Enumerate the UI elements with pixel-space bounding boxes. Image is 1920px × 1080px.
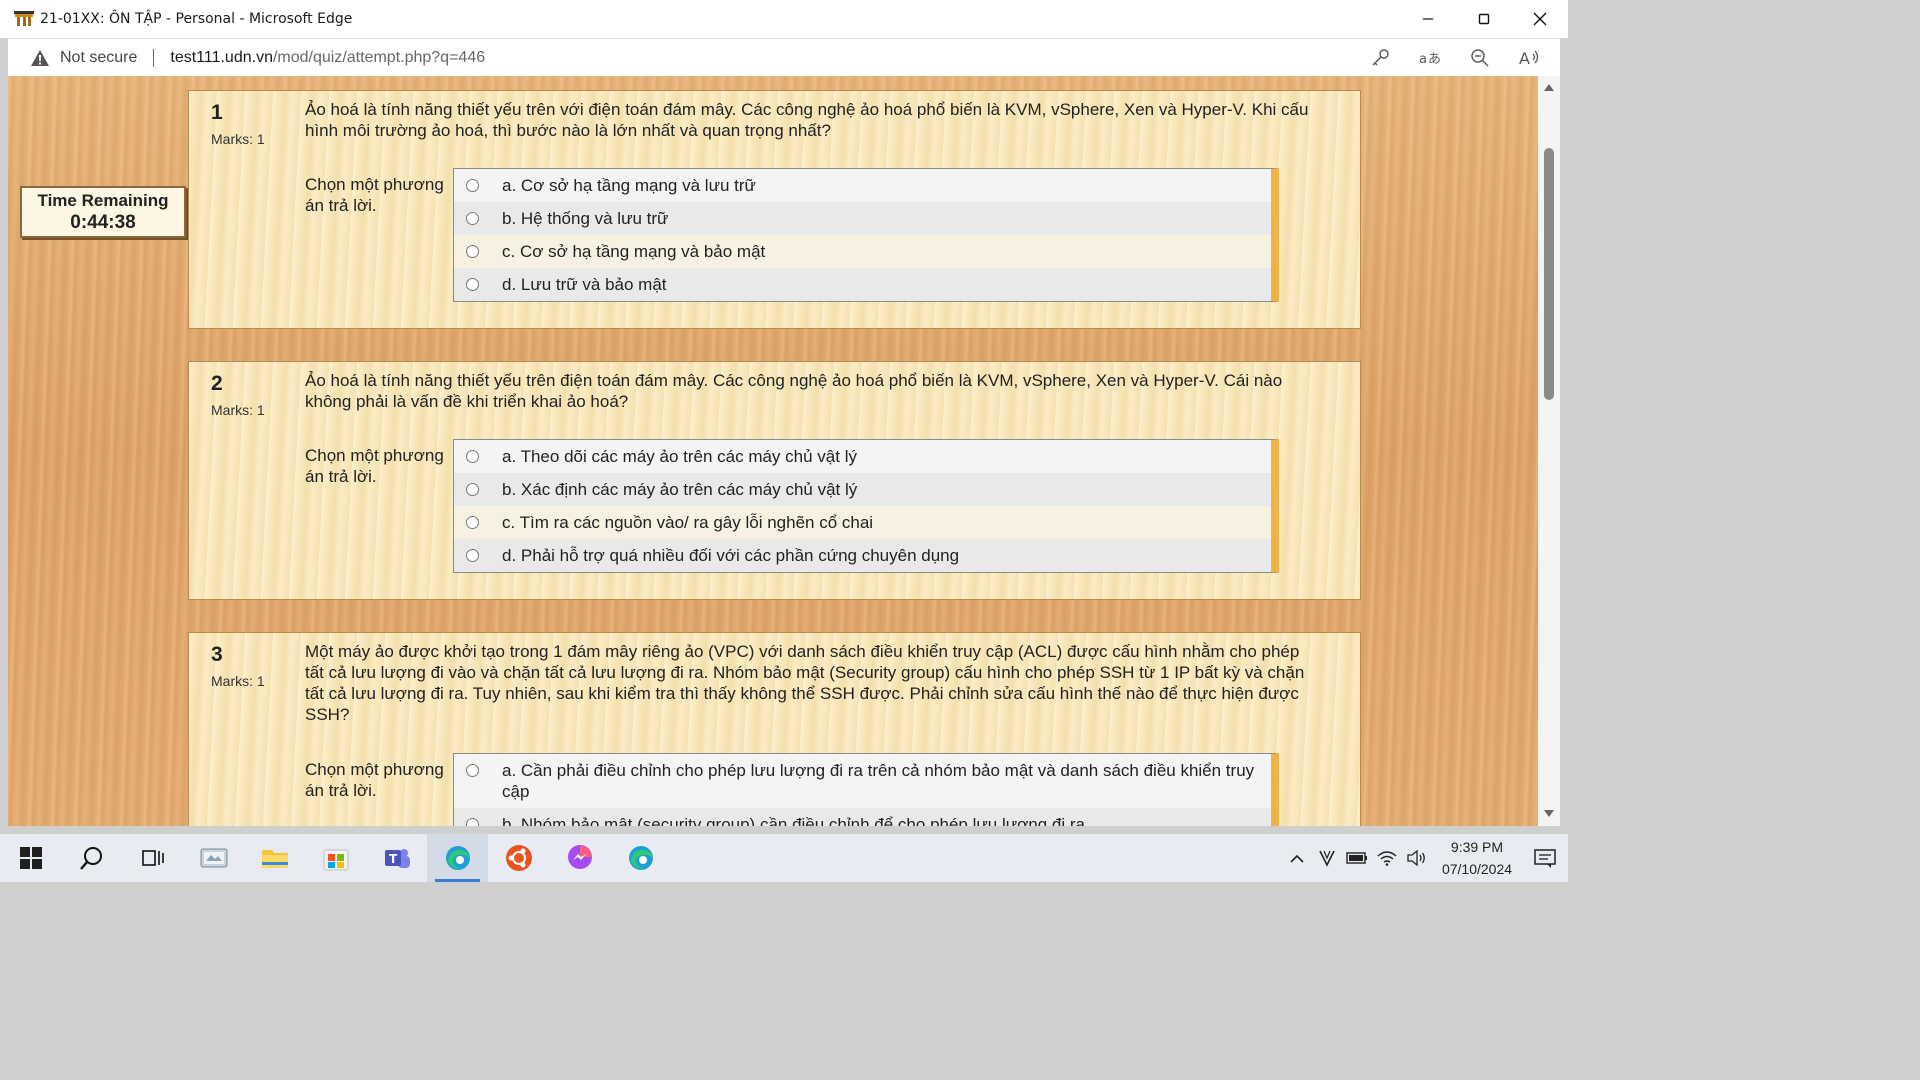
question-number: 1: [211, 101, 223, 124]
answer-option-d[interactable]: d. Phải hỗ trợ quá nhiều đối với các phầ…: [454, 539, 1271, 572]
scroll-up-icon[interactable]: [1538, 80, 1560, 94]
microsoft-store-icon[interactable]: [305, 834, 366, 882]
svg-text:あ: あ: [1428, 52, 1441, 67]
address-bar[interactable]: Not secure test111.udn.vn/mod/quiz/attem…: [8, 38, 1560, 76]
answer-label[interactable]: b. Xác định các máy ảo trên các máy chủ …: [502, 479, 1262, 500]
answer-option-b[interactable]: b. Xác định các máy ảo trên các máy chủ …: [454, 473, 1271, 506]
answer-label[interactable]: a. Theo dõi các máy ảo trên các máy chủ …: [502, 446, 1262, 467]
answer-option-d[interactable]: d. Lưu trữ và bảo mật: [454, 268, 1271, 301]
radio-button[interactable]: [466, 278, 479, 291]
question-marks: Marks: 1: [211, 131, 265, 147]
question-number: 2: [211, 372, 223, 395]
question-card-1: 1 Marks: 1 Ảo hoá là tính năng thiết yếu…: [188, 90, 1361, 329]
answer-option-b[interactable]: b. Hệ thống và lưu trữ: [454, 202, 1271, 235]
radio-button[interactable]: [466, 818, 479, 826]
messenger-icon[interactable]: [549, 834, 610, 882]
search-icon[interactable]: [61, 834, 122, 882]
question-card-2: 2 Marks: 1 Ảo hoá là tính năng thiết yếu…: [188, 361, 1361, 600]
radio-button[interactable]: [466, 245, 479, 258]
zoom-out-icon[interactable]: [1468, 46, 1492, 70]
window-title-bar: 21-01XX: ÔN TẬP - Personal - Microsoft E…: [0, 0, 1568, 38]
svg-text:T: T: [389, 852, 398, 866]
volume-icon[interactable]: [1402, 834, 1432, 882]
teams-icon[interactable]: T: [366, 834, 427, 882]
vpn-icon[interactable]: [1312, 834, 1342, 882]
chevron-up-icon[interactable]: [1282, 834, 1312, 882]
answer-prompt: Chọn một phương án trả lời.: [305, 446, 444, 486]
read-aloud-icon[interactable]: A: [1518, 46, 1542, 70]
answer-option-c[interactable]: c. Tìm ra các nguồn vào/ ra gây lỗi nghẽ…: [454, 506, 1271, 539]
radio-button[interactable]: [466, 764, 479, 777]
page-viewport: Time Remaining 0:44:38 1 Marks: 1 Ảo hoá…: [8, 76, 1560, 826]
answer-option-c[interactable]: c. Cơ sở hạ tầng mạng và bảo mật: [454, 235, 1271, 268]
key-icon[interactable]: [1368, 46, 1392, 70]
translate-icon[interactable]: aあ: [1418, 46, 1442, 70]
question-number: 3: [211, 643, 223, 666]
answer-option-b[interactable]: b. Nhóm bảo mật (security group) cần điề…: [454, 808, 1271, 826]
answer-label[interactable]: b. Nhóm bảo mật (security group) cần điề…: [502, 814, 1262, 826]
radio-button[interactable]: [466, 516, 479, 529]
file-explorer-icon[interactable]: [244, 834, 305, 882]
answer-label[interactable]: c. Tìm ra các nguồn vào/ ra gây lỗi nghẽ…: [502, 512, 1262, 533]
clock-date: 07/10/2024: [1441, 861, 1513, 877]
clock-time: 9:39 PM: [1450, 839, 1504, 855]
answer-list: a. Theo dõi các máy ảo trên các máy chủ …: [453, 439, 1279, 573]
scroll-down-icon[interactable]: [1538, 806, 1560, 820]
window-title: 21-01XX: ÔN TẬP - Personal - Microsoft E…: [40, 11, 353, 27]
security-label[interactable]: Not secure: [60, 49, 137, 67]
close-button[interactable]: [1512, 0, 1568, 38]
svg-text:a: a: [1419, 52, 1427, 67]
minimize-button[interactable]: [1400, 0, 1456, 38]
task-view-icon[interactable]: [122, 834, 183, 882]
radio-button[interactable]: [466, 212, 479, 225]
answer-label[interactable]: b. Hệ thống và lưu trữ: [502, 208, 1262, 229]
answer-prompt: Chọn một phương án trả lời.: [305, 760, 444, 800]
radio-button[interactable]: [466, 549, 479, 562]
timer-value: 0:44:38: [70, 212, 136, 233]
quiz-timer: Time Remaining 0:44:38: [20, 186, 186, 238]
answer-label[interactable]: d. Lưu trữ và bảo mật: [502, 274, 1262, 295]
question-text: Ảo hoá là tính năng thiết yếu trên điện …: [305, 371, 1283, 411]
app-icon[interactable]: [183, 834, 244, 882]
question-text: Một máy ảo được khởi tạo trong 1 đám mây…: [305, 642, 1305, 724]
answer-list: a. Cần phải điều chỉnh cho phép lưu lượn…: [453, 753, 1279, 826]
timer-label: Time Remaining: [37, 191, 169, 210]
edge-icon[interactable]: [610, 834, 671, 882]
answer-option-a[interactable]: a. Cơ sở hạ tầng mạng và lưu trữ: [454, 169, 1271, 202]
wifi-icon[interactable]: [1372, 834, 1402, 882]
ubuntu-icon[interactable]: [488, 834, 549, 882]
edge-icon[interactable]: [427, 834, 488, 882]
radio-button[interactable]: [466, 483, 479, 496]
windows-taskbar: T 9:39 PM 07/10/2024: [0, 834, 1568, 882]
answer-label[interactable]: c. Cơ sở hạ tầng mạng và bảo mật: [502, 241, 1262, 262]
svg-text:A: A: [1519, 49, 1530, 68]
maximize-button[interactable]: [1456, 0, 1512, 38]
scrollbar-thumb[interactable]: [1544, 148, 1554, 400]
question-text: Ảo hoá là tính năng thiết yếu trên với đ…: [305, 100, 1309, 140]
answer-label[interactable]: a. Cần phải điều chỉnh cho phép lưu lượn…: [502, 760, 1262, 802]
url-path[interactable]: /mod/quiz/attempt.php?q=446: [273, 49, 485, 67]
notifications-icon[interactable]: [1522, 834, 1568, 882]
answer-prompt: Chọn một phương án trả lời.: [305, 175, 444, 215]
page-scrollbar[interactable]: [1538, 76, 1560, 826]
question-marks: Marks: 1: [211, 673, 265, 689]
radio-button[interactable]: [466, 450, 479, 463]
security-warning-icon[interactable]: [30, 49, 50, 67]
answer-label[interactable]: d. Phải hỗ trợ quá nhiều đối với các phầ…: [502, 545, 1262, 566]
answer-list: a. Cơ sở hạ tầng mạng và lưu trữ b. Hệ t…: [453, 168, 1279, 302]
site-favicon-icon: [14, 11, 34, 27]
windows-start-icon[interactable]: [0, 834, 61, 882]
question-marks: Marks: 1: [211, 402, 265, 418]
system-tray: 9:39 PM 07/10/2024: [1282, 834, 1568, 882]
radio-button[interactable]: [466, 179, 479, 192]
answer-option-a[interactable]: a. Theo dõi các máy ảo trên các máy chủ …: [454, 440, 1271, 473]
answer-label[interactable]: a. Cơ sở hạ tầng mạng và lưu trữ: [502, 175, 1262, 196]
url-host[interactable]: test111.udn.vn: [170, 49, 273, 67]
question-card-3: 3 Marks: 1 Một máy ảo được khởi tạo tron…: [188, 632, 1361, 826]
taskbar-clock[interactable]: 9:39 PM 07/10/2024: [1432, 836, 1522, 880]
address-divider: [153, 48, 155, 67]
answer-option-a[interactable]: a. Cần phải điều chỉnh cho phép lưu lượn…: [454, 754, 1271, 808]
battery-icon[interactable]: [1342, 834, 1372, 882]
